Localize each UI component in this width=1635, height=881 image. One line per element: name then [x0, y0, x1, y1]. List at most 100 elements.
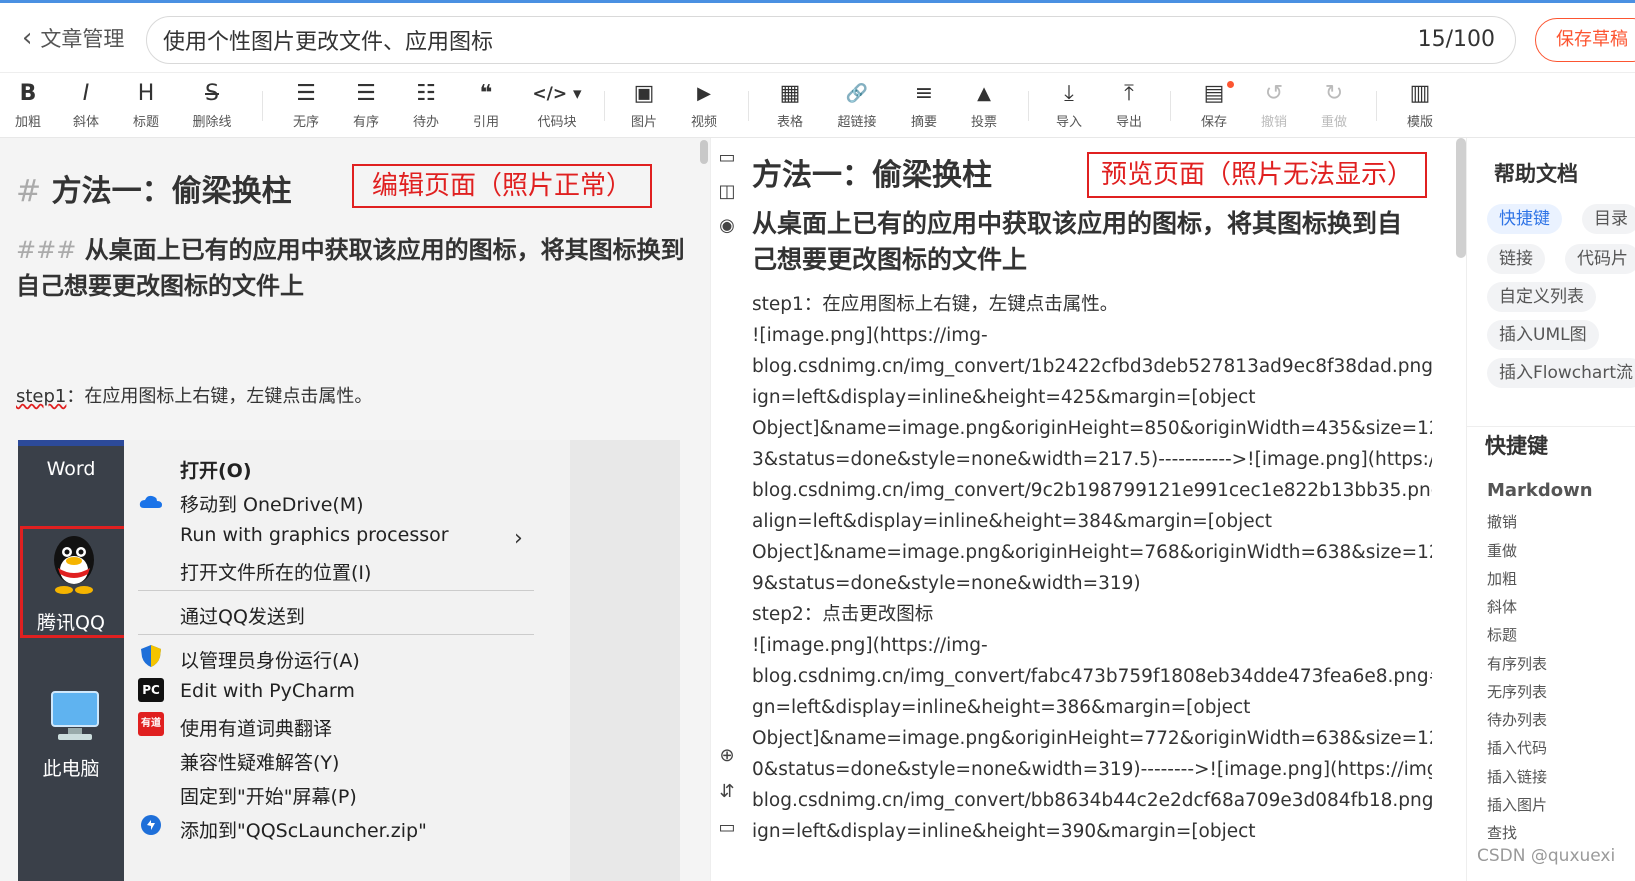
shortcut-item: 插入代码 [1487, 739, 1548, 757]
preview-eye-icon[interactable]: ◉ [715, 214, 739, 238]
toolbar-quote-button[interactable]: ❝ 引用 [458, 79, 514, 130]
youdao-icon: 有道 [138, 712, 164, 736]
preview-line: gn=left&display=inline&height=386&margin… [752, 697, 1251, 718]
locate-crosshair-icon[interactable]: ⊕ [715, 744, 739, 768]
menu-item-compatibility: 兼容性疑难解答(Y) [180, 752, 340, 774]
toolbar-undo-button[interactable]: ↺ 撤销 [1246, 79, 1302, 130]
menu-item-run-as-admin: 以管理员身份运行(A) [180, 650, 360, 672]
strikethrough-icon: S [205, 81, 219, 106]
toolbar-template-button[interactable]: ▥ 模版 [1392, 79, 1448, 130]
toolbar-separator [1028, 91, 1029, 121]
back-to-article-management[interactable]: ‹ 文章管理 [22, 23, 124, 53]
toolbar-unordered-list-button[interactable]: ☰ 无序 [278, 79, 334, 130]
help-tag-code-snippet[interactable]: 代码片 [1565, 244, 1635, 274]
shortcut-item: 有序列表 [1487, 655, 1548, 673]
toolbar-italic-button[interactable]: I 斜体 [58, 79, 114, 130]
toolbar-separator [604, 91, 605, 121]
toolbar-video-button[interactable]: ▶ 视频 [676, 79, 732, 130]
toolbar-strikethrough-button[interactable]: S 删除线 [184, 79, 240, 130]
preview-heading-1: 方法一：偷梁换柱 [752, 158, 992, 193]
toolbar-import-button[interactable]: ⤓ 导入 [1041, 79, 1097, 130]
shortcut-item: 重做 [1487, 542, 1518, 560]
code-block-icon: </> ▾ [532, 84, 582, 104]
preview-heading-3: 从桌面上已有的应用中获取该应用的图标，将其图标换到自己想要更改图标的文件上 [752, 209, 1403, 274]
embedded-context-menu-screenshot: Word 腾讯QQ 此电脑 打开(O) 移动到 OneDrive(M) Run … [18, 440, 680, 881]
toolbar-bold-button[interactable]: B 加粗 [0, 79, 56, 130]
fullscreen-monitor-icon[interactable]: ▭ [715, 816, 739, 840]
table-icon: ▦ [779, 81, 801, 106]
save-draft-button[interactable]: 保存草稿 [1535, 18, 1635, 62]
toolbar-link-button[interactable]: 🔗 超链接 [826, 79, 888, 130]
menu-item-youdao-translate: 使用有道词典翻译 [180, 718, 333, 740]
menu-item-add-to-zip: 添加到"QQScLauncher.zip" [180, 820, 427, 842]
shortcut-item: 标题 [1487, 626, 1518, 644]
markdown-preview-pane: 方法一：偷梁换柱 预览页面（照片无法显示） 从桌面上已有的应用中获取该应用的图标… [742, 138, 1457, 881]
help-tag-uml[interactable]: 插入UML图 [1487, 320, 1599, 350]
help-tag-shortcuts[interactable]: 快捷键 [1487, 204, 1562, 234]
context-menu: 打开(O) 移动到 OneDrive(M) Run with graphics … [124, 440, 570, 881]
preview-scrollbar[interactable] [1456, 138, 1466, 258]
italic-icon: I [82, 81, 90, 106]
preview-line: Object]&name=image.png&originHeight=768&… [752, 542, 1432, 563]
quote-icon: ❝ [479, 81, 493, 106]
menu-item-graphics-processor: Run with graphics processor [180, 524, 449, 546]
link-icon: 🔗 [845, 83, 869, 104]
toolbar-redo-button[interactable]: ↻ 重做 [1306, 79, 1362, 130]
article-title-input[interactable] [163, 25, 1343, 55]
back-label: 文章管理 [40, 27, 125, 51]
ordered-list-icon: ☰ [356, 81, 376, 106]
toolbar-separator [262, 91, 263, 121]
menu-item-open: 打开(O) [180, 460, 252, 482]
redo-icon: ↻ [1324, 81, 1344, 106]
preview-line: ![image.png](https://img- [752, 325, 988, 346]
summary-icon: ≡ [914, 81, 934, 106]
shortcut-item: 查找 [1487, 824, 1518, 842]
toolbar-vote-button[interactable]: ▲ 投票 [956, 79, 1012, 130]
shortcut-item: 待办列表 [1487, 711, 1548, 729]
toolbar-save-button[interactable]: ▤ 保存 [1186, 79, 1242, 130]
sync-scroll-icon[interactable]: ⇵ [715, 780, 739, 804]
preview-line: ![image.png](https://img- [752, 635, 988, 656]
qq-penguin-icon [54, 536, 94, 594]
shortcut-item: 插入链接 [1487, 768, 1548, 786]
toolbar-image-button[interactable]: ▣ 图片 [616, 79, 672, 130]
admin-shield-icon [141, 645, 161, 667]
single-column-view-icon[interactable]: ▭ [715, 146, 739, 170]
shortcut-item: 斜体 [1487, 598, 1518, 616]
editor-heading-3: ### 从桌面上已有的应用中获取该应用的图标，将其图标换到自己想要更改图标的文件… [16, 236, 685, 300]
toolbar-heading-button[interactable]: H 标题 [118, 79, 174, 130]
view-mode-toolbar: ▭ ◫ ◉ ⊕ ⇵ ▭ [710, 138, 742, 881]
bold-icon: B [19, 81, 37, 106]
shortcuts-section-title: 快捷键 [1485, 434, 1548, 458]
menu-item-send-via-qq: 通过QQ发送到 [180, 606, 305, 628]
title-char-count: 15/100 [1417, 27, 1495, 52]
todo-list-icon: ☷ [416, 81, 436, 106]
toolbar-export-button[interactable]: ⤒ 导出 [1101, 79, 1157, 130]
markdown-editor-pane[interactable]: # 方法一：偷梁换柱 编辑页面（照片正常） ### 从桌面上已有的应用中获取该应… [0, 138, 710, 881]
pycharm-icon: PC [138, 678, 164, 702]
preview-line: Object]&name=image.png&originHeight=850&… [752, 418, 1432, 439]
editor-scrollbar[interactable] [700, 140, 708, 164]
markdown-label: Markdown [1487, 480, 1593, 501]
toolbar-todo-button[interactable]: ☷ 待办 [398, 79, 454, 130]
help-tag-links[interactable]: 链接 [1487, 244, 1545, 274]
heading-icon: H [137, 81, 155, 106]
help-tag-flowchart[interactable]: 插入Flowchart流 [1487, 358, 1635, 388]
shortcut-item: 无序列表 [1487, 683, 1548, 701]
toolbar-table-button[interactable]: ▦ 表格 [762, 79, 818, 130]
toolbar-ordered-list-button[interactable]: ☰ 有序 [338, 79, 394, 130]
preview-line: step1：在应用图标上右键，左键点击属性。 [752, 294, 1119, 315]
preview-line: 0&status=done&style=none&width=319)-----… [752, 759, 1432, 780]
archive-add-icon [141, 815, 161, 835]
toolbar-summary-button[interactable]: ≡ 摘要 [896, 79, 952, 130]
undo-icon: ↺ [1264, 81, 1284, 106]
preview-line: Object]&name=image.png&originHeight=772&… [752, 728, 1432, 749]
help-tag-custom-list[interactable]: 自定义列表 [1487, 282, 1596, 312]
preview-line: blog.csdnimg.cn/img_convert/9c2b19879912… [752, 480, 1432, 501]
split-view-icon[interactable]: ◫ [715, 180, 739, 204]
toolbar-code-block-button[interactable]: </> ▾ 代码块 [522, 79, 592, 130]
image-icon: ▣ [633, 81, 655, 106]
help-tag-toc[interactable]: 目录 [1582, 204, 1635, 234]
import-icon: ⤓ [1064, 81, 1074, 106]
editor-heading-1: # 方法一：偷梁换柱 [16, 174, 292, 209]
